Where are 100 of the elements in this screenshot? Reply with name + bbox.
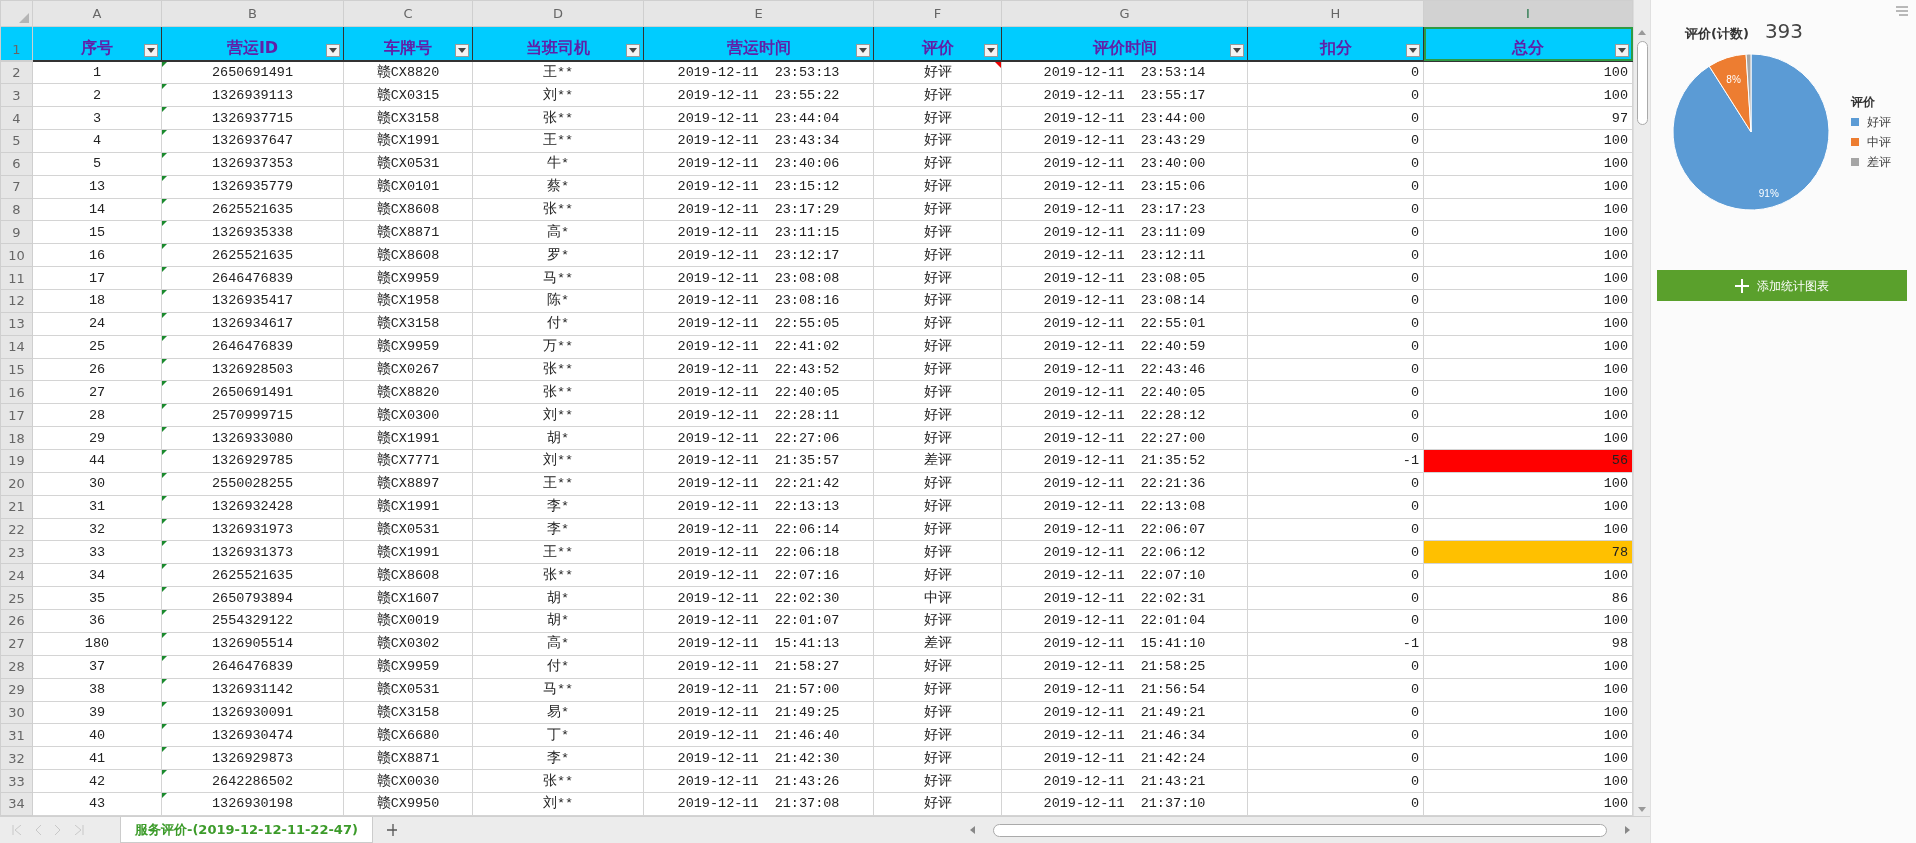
row-number[interactable]: 29 [0, 678, 33, 701]
row-number[interactable]: 3 [0, 83, 33, 107]
filter-button[interactable] [455, 43, 469, 57]
header-cell[interactable]: 序号 [32, 26, 162, 61]
filter-button[interactable] [1615, 43, 1629, 57]
row-number[interactable]: 31 [0, 723, 33, 747]
add-chart-button[interactable]: 添加统计图表 [1657, 270, 1907, 301]
horizontal-scrollbar[interactable] [970, 821, 1630, 839]
table-cell: 2019-12-11 22:41:02 [643, 335, 874, 359]
row-number[interactable]: 32 [0, 746, 33, 770]
select-all-icon[interactable] [19, 13, 29, 24]
table-cell: 付* [472, 655, 644, 679]
row-number[interactable]: 16 [0, 380, 33, 404]
scroll-right-icon[interactable] [1625, 826, 1630, 834]
table-cell: 78 [1423, 541, 1633, 564]
filter-button[interactable] [856, 43, 870, 57]
table-cell: 赣CX8871 [343, 746, 473, 770]
table-cell: 1326930198 [212, 796, 293, 812]
table-cell: 赣CX9950 [343, 792, 473, 816]
header-cell[interactable]: 营运ID [161, 26, 344, 61]
row-number[interactable]: 8 [0, 198, 33, 221]
table-cell: 100 [1423, 289, 1633, 313]
table-cell: 赣CX0030 [343, 769, 473, 793]
row-number[interactable]: 13 [0, 312, 33, 336]
filter-button[interactable] [326, 43, 340, 57]
row-number[interactable]: 28 [0, 655, 33, 679]
vertical-scrollbar[interactable] [1633, 0, 1650, 816]
header-cell[interactable]: 营运时间 [643, 26, 874, 61]
header-cell[interactable]: 扣分 [1247, 26, 1424, 61]
row-number[interactable]: 27 [0, 632, 33, 656]
row-number[interactable]: 33 [0, 769, 33, 793]
row-number[interactable]: 6 [0, 152, 33, 176]
row-number[interactable]: 10 [0, 243, 33, 267]
scrollbar-thumb[interactable] [993, 823, 1607, 837]
row-number[interactable]: 24 [0, 563, 33, 587]
row-number[interactable]: 1 [0, 26, 33, 61]
row-number[interactable]: 25 [0, 586, 33, 610]
header-cell[interactable]: 评价 [873, 26, 1002, 61]
legend-title: 评价 [1851, 94, 1876, 111]
table-cell: 100 [1423, 60, 1633, 84]
table-cell: 2019-12-11 21:56:54 [1001, 678, 1248, 701]
row-number[interactable]: 2 [0, 60, 33, 84]
filter-button[interactable] [1406, 43, 1420, 57]
column-letter[interactable]: I [1423, 0, 1633, 27]
column-letter[interactable]: C [343, 0, 473, 27]
row-number[interactable]: 30 [0, 701, 33, 724]
row-number[interactable]: 34 [0, 792, 33, 816]
table-cell: 1326937715 [212, 110, 293, 126]
header-cell[interactable]: 总分 [1423, 26, 1633, 61]
scroll-up-icon[interactable] [1638, 30, 1646, 35]
data-label: 8% [1726, 73, 1741, 85]
table-cell: 2019-12-11 22:06:14 [643, 518, 874, 541]
row-number[interactable]: 17 [0, 403, 33, 427]
row-number[interactable]: 11 [0, 266, 33, 290]
filter-button[interactable] [626, 43, 640, 57]
text-number-marker [162, 358, 167, 364]
text-number-marker [162, 404, 167, 410]
column-letter[interactable]: G [1001, 0, 1248, 27]
header-cell[interactable]: 车牌号 [343, 26, 473, 61]
row-number[interactable]: 19 [0, 449, 33, 473]
table-cell: 2019-12-11 21:49:21 [1001, 701, 1248, 724]
table-cell: 32 [32, 518, 162, 541]
column-letter[interactable]: A [32, 0, 162, 27]
table-cell: 2019-12-11 21:46:34 [1001, 723, 1248, 747]
row-number[interactable]: 5 [0, 129, 33, 153]
table-cell: 0 [1247, 495, 1424, 519]
row-number[interactable]: 21 [0, 495, 33, 519]
row-number[interactable]: 22 [0, 518, 33, 541]
filter-button[interactable] [144, 43, 158, 57]
menu-icon[interactable] [1896, 6, 1908, 16]
scroll-left-icon[interactable] [970, 826, 975, 834]
table-cell: 2019-12-11 23:11:09 [1001, 220, 1248, 244]
row-number[interactable]: 4 [0, 106, 33, 130]
row-number[interactable]: 9 [0, 220, 33, 244]
row-number[interactable]: 12 [0, 289, 33, 313]
row-number[interactable]: 18 [0, 426, 33, 450]
table-cell: 100 [1423, 701, 1633, 724]
scrollbar-thumb[interactable] [1636, 41, 1648, 125]
column-letter[interactable]: E [643, 0, 874, 27]
column-letter[interactable]: H [1247, 0, 1424, 27]
scroll-down-icon[interactable] [1638, 807, 1646, 812]
table-cell: 张** [472, 380, 644, 404]
row-number[interactable]: 20 [0, 472, 33, 496]
row-number[interactable]: 23 [0, 541, 33, 564]
row-number[interactable]: 14 [0, 335, 33, 359]
column-letter[interactable]: D [472, 0, 644, 27]
column-letter[interactable]: B [161, 0, 344, 27]
table-cell: 2019-12-11 21:49:25 [643, 701, 874, 724]
table-cell: 好评 [873, 495, 1002, 519]
row-number[interactable]: 15 [0, 358, 33, 381]
header-cell[interactable]: 评价时间 [1001, 26, 1248, 61]
filter-button[interactable] [1230, 43, 1244, 57]
filter-button[interactable] [984, 43, 998, 57]
row-number[interactable]: 26 [0, 609, 33, 633]
row-number[interactable]: 7 [0, 175, 33, 199]
sheet-tab[interactable]: 服务评价-(2019-12-12-11-22-47) [120, 817, 373, 843]
text-number-marker [162, 381, 167, 387]
header-cell[interactable]: 当班司机 [472, 26, 644, 61]
column-letter[interactable]: F [873, 0, 1002, 27]
table-cell: 赣CX8608 [343, 563, 473, 587]
